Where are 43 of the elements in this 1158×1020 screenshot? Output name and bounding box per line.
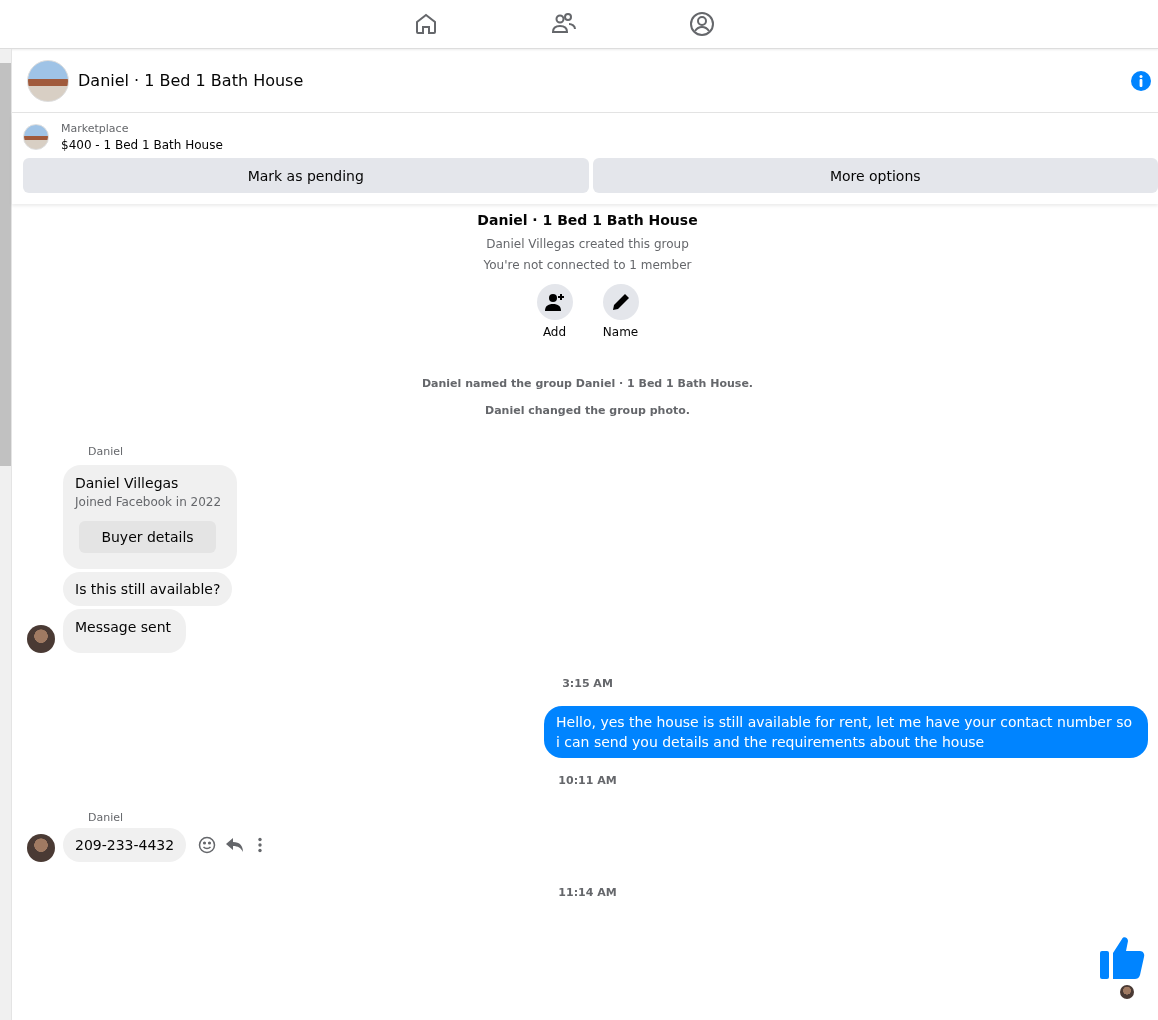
sender-name: Daniel xyxy=(88,811,125,824)
reply-button[interactable] xyxy=(226,837,245,853)
react-button[interactable] xyxy=(198,836,217,854)
listing-title: $400 - 1 Bed 1 Bath House xyxy=(61,138,223,152)
account-icon xyxy=(689,11,715,37)
avatar xyxy=(27,834,55,862)
reply-icon xyxy=(226,837,245,853)
message-bubble: Hello, yes the house is still available for rent, let me have your contact number so i can send you details and the requirements about the house xyxy=(544,706,1148,758)
listing-source: Marketplace xyxy=(61,122,130,135)
group-action-label: Name xyxy=(602,325,639,339)
chat-title: Daniel · 1 Bed 1 Bath House xyxy=(78,71,305,90)
message-bubble: Message sent xyxy=(63,609,187,653)
group-event-text: Daniel named the group Daniel · 1 Bed 1 Bath House. xyxy=(420,377,755,390)
group-photo xyxy=(27,59,69,102)
scrollbar[interactable] xyxy=(0,49,11,1020)
message-bubble: 209-233-4432 xyxy=(63,828,187,862)
listing-photo xyxy=(23,124,49,150)
message-bubble: Is this still available? xyxy=(63,572,233,606)
pencil-icon xyxy=(610,292,631,312)
group-action-button[interactable] xyxy=(536,284,573,320)
listing-action-button[interactable]: More options xyxy=(592,158,1158,193)
info-icon[interactable] xyxy=(1130,69,1152,92)
timestamp: 10:11 AM xyxy=(557,774,618,787)
group-action-button[interactable] xyxy=(602,284,639,320)
add-person-icon xyxy=(544,292,565,312)
account-button[interactable] xyxy=(688,10,716,38)
smiley-icon xyxy=(198,836,217,854)
timestamp: 3:15 AM xyxy=(561,677,614,690)
avatar xyxy=(27,625,55,653)
profile-name: Daniel Villegas xyxy=(75,475,180,491)
timestamp: 11:14 AM xyxy=(557,886,618,899)
group-title: Daniel · 1 Bed 1 Bath House xyxy=(477,212,698,228)
profile-detail: Joined Facebook in 2022 xyxy=(75,495,222,509)
seen-avatar xyxy=(1120,985,1134,999)
sender-name: Daniel xyxy=(88,445,125,458)
group-action-label: Add xyxy=(542,325,567,339)
buyer-details-button[interactable]: Buyer details xyxy=(79,521,216,553)
group-event-text: Daniel changed the group photo. xyxy=(484,404,691,417)
home-icon xyxy=(414,12,438,36)
group-info-text: You're not connected to 1 member xyxy=(483,257,692,274)
people-icon xyxy=(551,12,577,36)
group-info-text: Daniel Villegas created this group xyxy=(486,236,689,253)
listing-action-button[interactable]: Mark as pending xyxy=(23,158,589,193)
